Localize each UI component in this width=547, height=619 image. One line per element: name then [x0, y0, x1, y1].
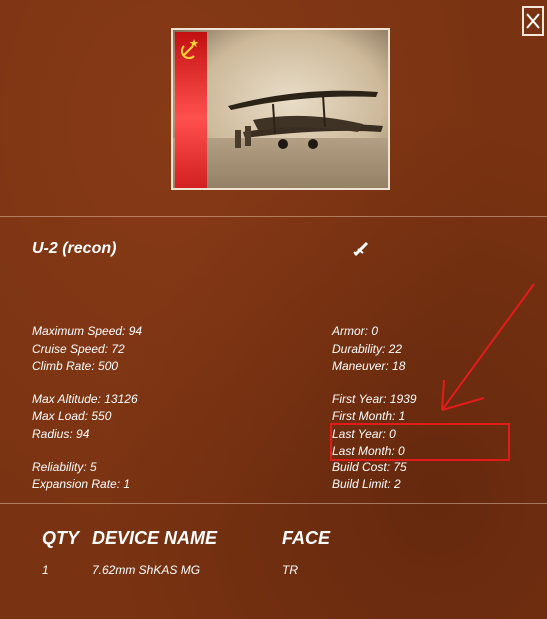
stat-max-speed: Maximum Speed: 94 [32, 324, 143, 338]
device-qty: 1 [42, 563, 49, 577]
stat-max-load: Max Load: 550 [32, 409, 112, 423]
device-name: 7.62mm ShKAS MG [92, 563, 201, 577]
column-header-face: FACE [282, 528, 331, 548]
stat-radius: Radius: 94 [32, 427, 90, 441]
stat-expansion-rate: Expansion Rate: 1 [32, 477, 131, 491]
stat-armor: Armor: 0 [332, 324, 379, 338]
close-button[interactable] [522, 6, 544, 36]
biplane-image [228, 90, 383, 149]
plane-icon [353, 241, 369, 257]
divider [0, 216, 547, 217]
close-icon [526, 13, 540, 29]
divider [0, 503, 547, 504]
unit-name: U-2 (recon) [32, 240, 117, 257]
column-header-device-name: DEVICE NAME [92, 528, 218, 548]
stat-cruise-speed: Cruise Speed: 72 [32, 342, 125, 356]
stat-durability: Durability: 22 [332, 342, 403, 356]
stat-build-limit: Build Limit: 2 [332, 477, 401, 491]
stat-climb-rate: Climb Rate: 500 [32, 359, 119, 373]
stat-first-month: First Month: 1 [332, 409, 406, 423]
highlight-box [330, 423, 510, 461]
device-face: TR [282, 563, 298, 577]
column-header-qty: QTY [42, 528, 80, 548]
stat-max-altitude: Max Altitude: 13126 [32, 392, 138, 406]
stat-reliability: Reliability: 5 [32, 460, 97, 474]
stat-maneuver: Maneuver: 18 [332, 359, 406, 373]
annotation-arrow-icon [441, 283, 535, 411]
unit-photo [171, 28, 390, 190]
soviet-flag-icon [175, 32, 207, 188]
stat-build-cost: Build Cost: 75 [332, 460, 407, 474]
stat-first-year: First Year: 1939 [332, 392, 417, 406]
